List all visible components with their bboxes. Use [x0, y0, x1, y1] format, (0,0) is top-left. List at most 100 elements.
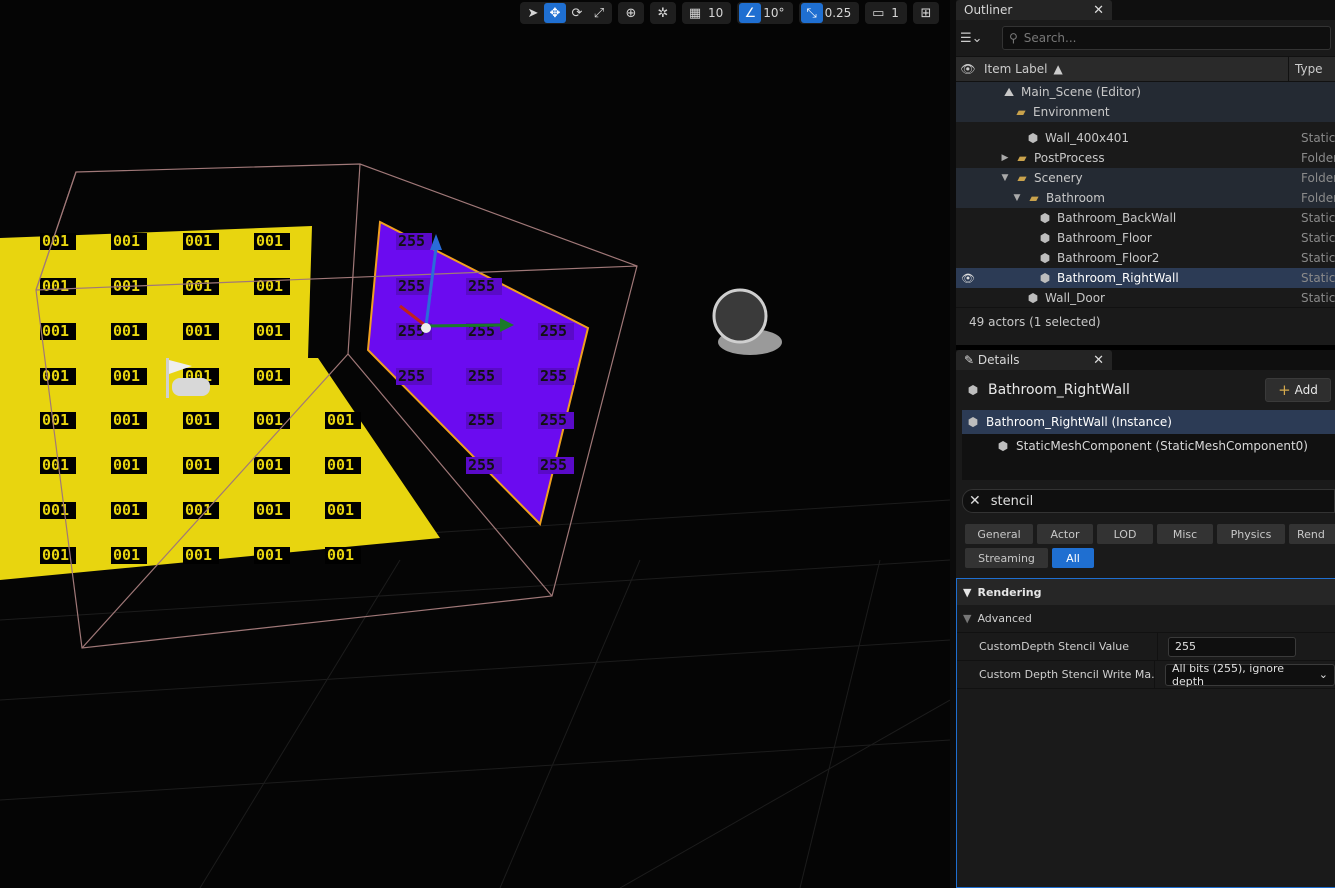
- wall-texture-label: 255: [396, 277, 432, 295]
- camera-speed-group: ▭ 1: [865, 2, 907, 24]
- type-column[interactable]: Type: [1289, 62, 1335, 76]
- floor-texture-label: 001: [40, 501, 76, 519]
- details-tab[interactable]: ✎ Details ✕: [956, 350, 1112, 370]
- layout-menu[interactable]: ⊞: [912, 2, 939, 24]
- details-search-input[interactable]: ✕ stencil: [962, 489, 1335, 513]
- tree-row[interactable]: ⬢ Bathroom_Floor Static: [956, 228, 1335, 248]
- filter-icon: ☰: [960, 30, 972, 46]
- surface-snap-toggle[interactable]: ✲: [650, 2, 676, 24]
- camera-speed-value[interactable]: 1: [889, 6, 905, 20]
- static-mesh-icon: ⬢: [967, 415, 979, 429]
- category-misc-button[interactable]: Misc: [1157, 524, 1213, 544]
- grid-snap-value[interactable]: 10: [706, 6, 729, 20]
- property-row: CustomDepth Stencil Value 255: [957, 633, 1335, 661]
- category-all-button[interactable]: All: [1052, 548, 1094, 568]
- visibility-eye-icon[interactable]: 👁: [956, 272, 980, 285]
- row-type: Static: [1301, 211, 1335, 225]
- tree-row[interactable]: ▶ ▰ PostProcess Folder: [956, 148, 1335, 168]
- viewport-layout-icon[interactable]: ⊞: [915, 3, 937, 23]
- component-row-instance[interactable]: ⬢ Bathroom_RightWall (Instance): [962, 410, 1335, 434]
- svg-text:255: 255: [468, 411, 495, 429]
- tree-row[interactable]: ▰ Environment: [956, 102, 1335, 122]
- svg-text:001: 001: [327, 456, 354, 474]
- scale-tool-icon[interactable]: ⤢: [588, 3, 610, 23]
- tree-row[interactable]: ⬢ Bathroom_Floor2 Static: [956, 248, 1335, 268]
- rendering-section[interactable]: ▼ Rendering: [957, 579, 1335, 605]
- add-component-button[interactable]: + Add: [1265, 378, 1331, 402]
- outliner-search-input[interactable]: ⚲ Search...: [1002, 26, 1331, 50]
- floor-texture-label: 001: [325, 456, 361, 474]
- collapse-arrow-icon: ▼: [963, 612, 972, 625]
- wall-texture-label: 255: [466, 367, 502, 385]
- floor-texture-label: 001: [254, 546, 290, 564]
- category-streaming-button[interactable]: Streaming: [965, 548, 1048, 568]
- category-lod-button[interactable]: LOD: [1097, 524, 1153, 544]
- collapse-arrow-icon[interactable]: ▼: [1012, 193, 1022, 203]
- tree-row[interactable]: ⬢ Wall_400x401 Static: [956, 128, 1335, 148]
- component-label: Bathroom_RightWall (Instance): [986, 415, 1172, 429]
- rotate-tool-icon[interactable]: ⟳: [566, 3, 588, 23]
- row-label: Environment: [1033, 105, 1110, 119]
- folder-open-icon: ▰: [1017, 171, 1027, 185]
- scale-snap-icon[interactable]: ⤡: [800, 3, 823, 23]
- category-physics-button[interactable]: Physics: [1217, 524, 1285, 544]
- tree-row[interactable]: ⬢ Wall_Door Static: [956, 288, 1335, 307]
- svg-text:001: 001: [256, 411, 283, 429]
- stencil-write-mask-dropdown[interactable]: All bits (255), ignore depth ⌄: [1165, 662, 1335, 688]
- camera-speed-icon[interactable]: ▭: [867, 3, 889, 23]
- search-value: stencil: [990, 493, 1034, 509]
- outliner-tab[interactable]: Outliner ✕: [956, 0, 1112, 20]
- scale-snap-value[interactable]: 0.25: [823, 6, 858, 20]
- subsection-label: Advanced: [977, 612, 1032, 625]
- svg-text:001: 001: [42, 277, 69, 295]
- scene-render[interactable]: 001 001 001 001 001 001 001 001 001 001 001 001 001 0…: [0, 0, 950, 888]
- visibility-column-icon[interactable]: 👁: [956, 62, 980, 76]
- floor-texture-label: 001: [40, 232, 76, 250]
- clear-search-icon[interactable]: ✕: [969, 493, 981, 509]
- floor-texture-label: 001: [325, 546, 361, 564]
- chevron-down-icon: ⌄: [1318, 668, 1328, 681]
- floor-texture-label: 001: [254, 322, 290, 340]
- stencil-value-input[interactable]: 255: [1168, 636, 1296, 657]
- svg-text:001: 001: [256, 232, 283, 250]
- rotation-snap-icon[interactable]: ∠: [739, 3, 762, 23]
- wall-texture-label: 255: [538, 456, 574, 474]
- category-general-button[interactable]: General: [965, 524, 1033, 544]
- category-rendering-button[interactable]: Rend: [1289, 524, 1335, 544]
- static-mesh-icon: ⬢: [1039, 271, 1051, 285]
- rotation-snap-value[interactable]: 10°: [761, 6, 790, 20]
- close-icon[interactable]: ✕: [1093, 3, 1104, 18]
- property-list: ▼ Rendering ▼ Advanced CustomDepth Stenc…: [956, 578, 1335, 888]
- level-viewport[interactable]: 001 001 001 001 001 001 001 001 001 001 001 001 001 0…: [0, 0, 950, 888]
- floor-texture-label: 001: [183, 232, 219, 250]
- filter-dropdown[interactable]: ☰ ⌄: [960, 31, 996, 46]
- wall-texture-label: 255: [538, 411, 574, 429]
- svg-text:001: 001: [327, 411, 354, 429]
- translate-tool-icon[interactable]: ✥: [544, 3, 566, 23]
- component-row[interactable]: ⬢ StaticMeshComponent (StaticMeshCompone…: [962, 434, 1335, 458]
- tree-row[interactable]: ⛰ Main_Scene (Editor): [956, 82, 1335, 102]
- expand-arrow-icon[interactable]: ▶: [1000, 153, 1010, 163]
- collapse-arrow-icon[interactable]: ▼: [1000, 173, 1010, 183]
- select-tool-icon[interactable]: ➤: [522, 3, 544, 23]
- tree-row[interactable]: ▼ ▰ Scenery Folder: [956, 168, 1335, 188]
- tree-row-selected[interactable]: 👁 ⬢ Bathroom_RightWall Static: [956, 268, 1335, 288]
- object-name[interactable]: Bathroom_RightWall: [988, 382, 1130, 398]
- surface-snap-icon[interactable]: ✲: [652, 3, 674, 23]
- tree-row[interactable]: ▼ ▰ Bathroom Folder: [956, 188, 1335, 208]
- svg-text:255: 255: [468, 456, 495, 474]
- category-actor-button[interactable]: Actor: [1037, 524, 1093, 544]
- reflection-capture-icon[interactable]: [712, 288, 782, 355]
- advanced-subsection[interactable]: ▼ Advanced: [957, 605, 1335, 633]
- item-label-column[interactable]: Item Label ▲: [980, 57, 1289, 81]
- floor-texture-label: 001: [254, 232, 290, 250]
- floor-texture-label: 001: [183, 456, 219, 474]
- floor-texture-label: 001: [183, 546, 219, 564]
- grid-snap-icon[interactable]: ▦: [684, 3, 706, 23]
- property-row: Custom Depth Stencil Write Ma... All bit…: [957, 661, 1335, 689]
- tree-row[interactable]: ⬢ Bathroom_BackWall Static: [956, 208, 1335, 228]
- world-space-icon[interactable]: ⊕: [620, 3, 642, 23]
- outliner-tab-title: Outliner: [964, 3, 1013, 17]
- close-icon[interactable]: ✕: [1093, 353, 1104, 368]
- coord-space-toggle[interactable]: ⊕: [618, 2, 644, 24]
